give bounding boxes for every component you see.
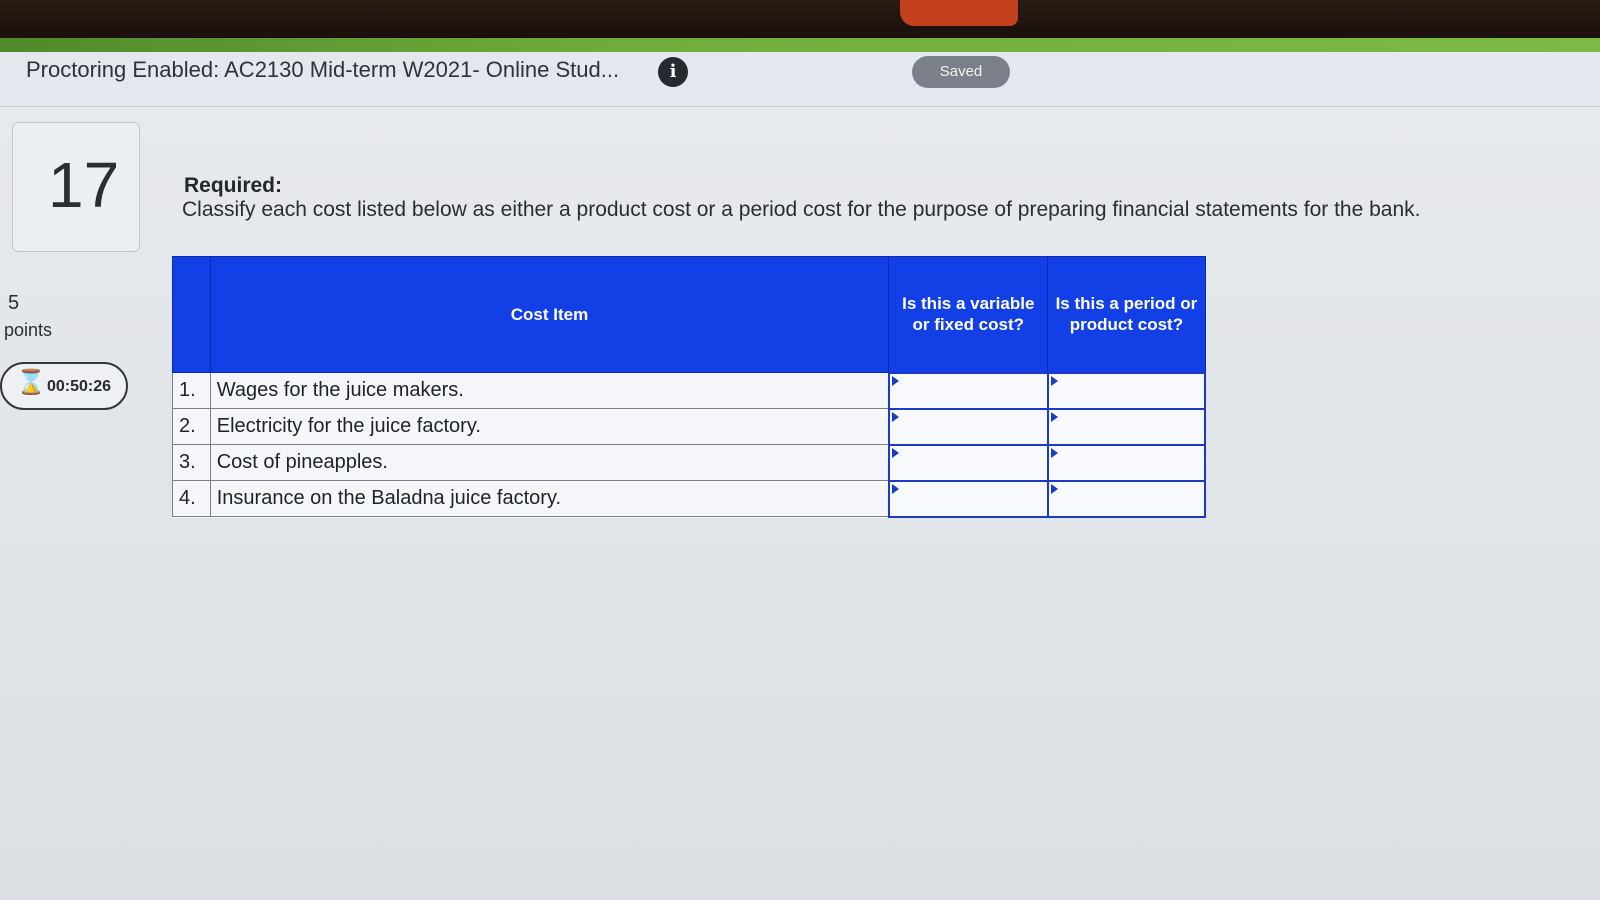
cost-item-text: Wages for the juice makers. <box>209 372 890 409</box>
info-icon[interactable]: i <box>658 57 688 87</box>
header-period-product: Is this a period or product cost? <box>1047 256 1206 373</box>
header-cost-item: Cost Item <box>209 256 890 373</box>
variable-fixed-dropdown[interactable] <box>887 371 1049 410</box>
hourglass-icon: ⌛ <box>16 369 46 396</box>
variable-fixed-select[interactable] <box>889 447 1047 478</box>
header-variable-fixed: Is this a variable or fixed cost? <box>888 256 1049 373</box>
question-instruction: Classify each cost listed below as eithe… <box>182 198 1421 221</box>
saved-status-badge: Saved <box>912 56 1010 88</box>
period-product-dropdown[interactable] <box>1046 371 1207 410</box>
header-number-column <box>172 256 211 373</box>
question-number: 17 <box>48 149 120 221</box>
table-header-row: Cost Item Is this a variable or fixed co… <box>172 256 1206 373</box>
points-label: points <box>4 320 53 340</box>
dropdown-arrow-icon <box>891 447 899 458</box>
cost-item-text: Cost of pineapples. <box>209 444 890 481</box>
row-number: 4. <box>172 480 211 517</box>
dropdown-arrow-icon <box>1050 447 1058 458</box>
cost-item-text: Insurance on the Baladna juice factory. <box>209 480 890 517</box>
variable-fixed-dropdown[interactable] <box>887 407 1049 446</box>
variable-fixed-select[interactable] <box>889 411 1047 442</box>
period-product-dropdown[interactable] <box>1046 479 1207 518</box>
dropdown-arrow-icon <box>1050 483 1058 494</box>
variable-fixed-select[interactable] <box>889 483 1047 514</box>
timer-countdown: 00:50:26 <box>47 378 112 395</box>
period-product-select[interactable] <box>1048 375 1204 406</box>
period-product-dropdown[interactable] <box>1046 443 1207 482</box>
accent-bar <box>0 38 1600 52</box>
table-row: 4. Insurance on the Baladna juice factor… <box>172 479 1207 518</box>
screen-bezel <box>0 0 1600 38</box>
dropdown-arrow-icon <box>1050 375 1058 386</box>
table-row: 3. Cost of pineapples. <box>172 443 1207 482</box>
variable-fixed-select[interactable] <box>889 375 1047 406</box>
points-value: 5 <box>8 292 20 314</box>
period-product-dropdown[interactable] <box>1046 407 1207 446</box>
row-number: 3. <box>172 444 211 481</box>
period-product-select[interactable] <box>1048 411 1204 442</box>
cost-classification-table: Cost Item Is this a variable or fixed co… <box>172 256 1207 518</box>
variable-fixed-dropdown[interactable] <box>887 479 1049 518</box>
dropdown-arrow-icon <box>891 411 899 422</box>
dropdown-arrow-icon <box>891 375 899 386</box>
table-row: 1. Wages for the juice makers. <box>172 371 1207 410</box>
period-product-select[interactable] <box>1048 483 1204 514</box>
variable-fixed-dropdown[interactable] <box>887 443 1049 482</box>
dropdown-arrow-icon <box>1050 411 1058 422</box>
assignment-title: Proctoring Enabled: AC2130 Mid-term W202… <box>26 57 620 82</box>
required-label: Required: <box>184 174 283 197</box>
table-row: 2. Electricity for the juice factory. <box>172 407 1207 446</box>
bezel-decoration <box>900 0 1018 26</box>
period-product-select[interactable] <box>1048 447 1204 478</box>
row-number: 1. <box>172 372 211 409</box>
cost-item-text: Electricity for the juice factory. <box>209 408 890 445</box>
row-number: 2. <box>172 408 211 445</box>
dropdown-arrow-icon <box>891 483 899 494</box>
